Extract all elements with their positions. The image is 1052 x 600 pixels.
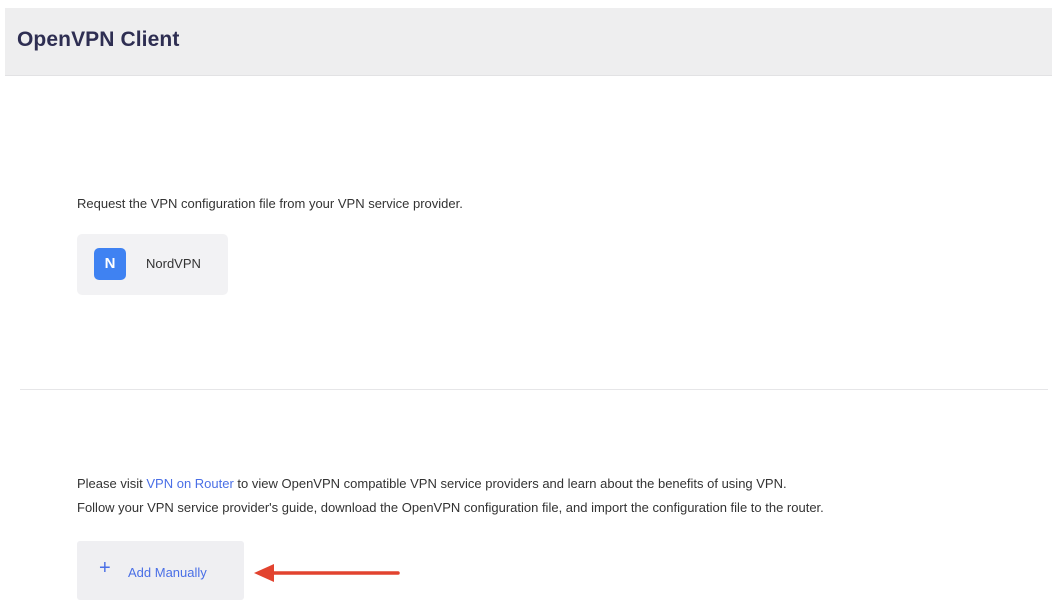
provider-intro-text: Request the VPN configuration file from …	[77, 196, 463, 211]
page-title: OpenVPN Client	[17, 28, 180, 51]
section-divider	[20, 389, 1048, 390]
provider-card-nordvpn[interactable]: N NordVPN	[77, 234, 228, 295]
provider-name: NordVPN	[146, 256, 201, 271]
manual-info-line-2: Follow your VPN service provider's guide…	[77, 500, 824, 515]
nordvpn-logo-icon: N	[94, 248, 126, 280]
manual-info-line-1: Please visit VPN on Router to view OpenV…	[77, 476, 787, 491]
manual-info-suffix: to view OpenVPN compatible VPN service p…	[233, 476, 787, 491]
annotation-arrow-icon	[254, 564, 400, 582]
page-header: OpenVPN Client	[5, 8, 1052, 76]
add-manually-label: Add Manually	[128, 565, 207, 580]
vpn-on-router-link[interactable]: VPN on Router	[146, 476, 233, 491]
manual-info-prefix: Please visit	[77, 476, 147, 491]
plus-icon: +	[99, 557, 111, 579]
add-manually-button[interactable]: + Add Manually	[77, 541, 244, 600]
